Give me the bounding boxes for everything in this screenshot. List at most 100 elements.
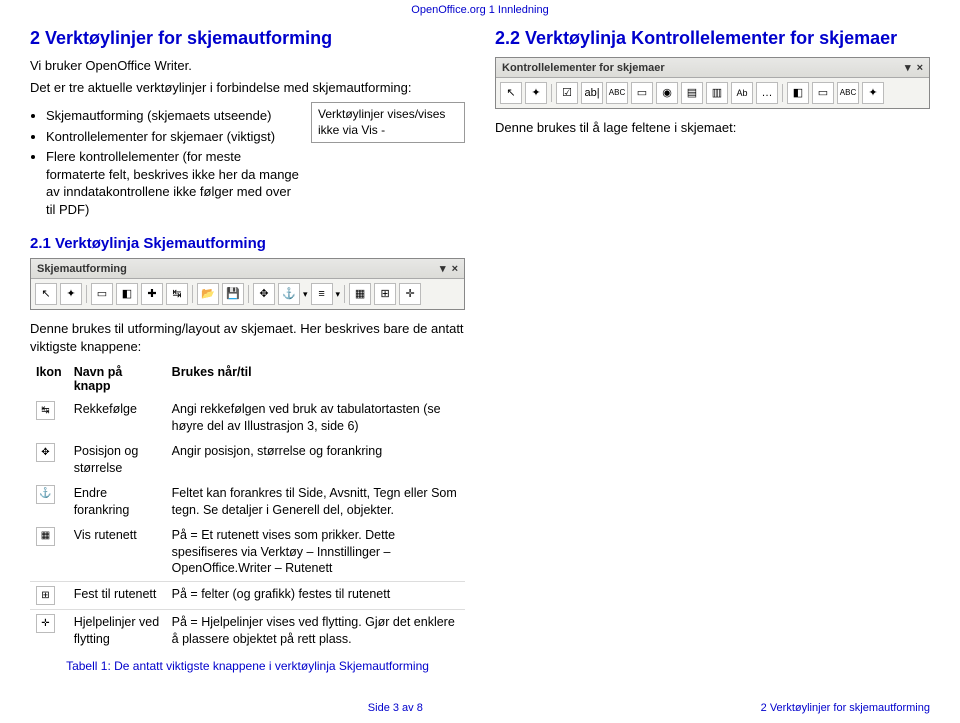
- dropdown-icon[interactable]: ▾: [905, 61, 911, 74]
- toolbar-title-text: Skjemautforming: [37, 263, 127, 275]
- row-icon: ✥: [30, 439, 68, 481]
- addfield-icon[interactable]: ✚: [141, 283, 163, 305]
- radio-icon[interactable]: ◉: [656, 82, 678, 104]
- dropdown-icon[interactable]: ▾: [440, 262, 446, 275]
- intro-text-2: Det er tre aktuelle verktøylinjer i forb…: [30, 79, 465, 97]
- th-use: Brukes når/til: [166, 361, 465, 397]
- row-use: På = felter (og grafikk) festes til rute…: [166, 582, 465, 610]
- control-props-icon[interactable]: ▭: [812, 82, 834, 104]
- row-icon: ⊞: [30, 582, 68, 610]
- button-icon[interactable]: ▭: [631, 82, 653, 104]
- row-icon: ⚓: [30, 481, 68, 523]
- pos-icon[interactable]: ✥: [253, 283, 275, 305]
- row-name: Fest til rutenett: [68, 582, 166, 610]
- abc-icon[interactable]: ABC: [837, 82, 859, 104]
- close-icon[interactable]: ×: [917, 62, 923, 74]
- dropdown-icon[interactable]: ▾: [336, 289, 341, 300]
- bullet-list: Skjemautforming (skjemaets utseende) Kon…: [46, 104, 303, 221]
- form-props-icon[interactable]: ◧: [787, 82, 809, 104]
- align-icon[interactable]: ≡: [311, 283, 333, 305]
- snap-icon[interactable]: ⊞: [374, 283, 396, 305]
- row-name: Rekkefølge: [68, 397, 166, 439]
- separator: [782, 84, 783, 102]
- row-use: På = Hjelpelinjer vises ved flytting. Gj…: [166, 610, 465, 652]
- table-row: ↹ Rekkefølge Angi rekkefølgen ved bruk a…: [30, 397, 465, 439]
- table-row: ✛ Hjelpelinjer ved flytting På = Hjelpel…: [30, 610, 465, 652]
- textfield-icon[interactable]: ab|: [581, 82, 603, 104]
- listbox-icon[interactable]: ▤: [681, 82, 703, 104]
- row-icon: ✛: [30, 610, 68, 652]
- separator: [86, 285, 87, 303]
- table-row: ▦ Vis rutenett På = Et rutenett vises so…: [30, 523, 465, 582]
- grid-icon[interactable]: ▦: [349, 283, 371, 305]
- toolbar1-desc: Denne brukes til utforming/layout av skj…: [30, 320, 465, 355]
- bullet-1: Skjemautforming (skjemaets utseende): [46, 107, 303, 125]
- row-use: Angir posisjon, størrelse og forankring: [166, 439, 465, 481]
- bullet-2: Kontrollelementer for skjemaer (viktigst…: [46, 128, 303, 146]
- page-header: OpenOffice.org 1 Innledning: [30, 0, 930, 24]
- fest-rutenett-icon: ⊞: [36, 586, 55, 605]
- rekkefolge-icon: ↹: [36, 401, 55, 420]
- table-row: ⊞ Fest til rutenett På = felter (og graf…: [30, 582, 465, 610]
- row-icon: ▦: [30, 523, 68, 582]
- toolbar-title-text: Kontrollelementer for skjemaer: [502, 62, 665, 74]
- table-row: ✥ Posisjon og størrelse Angir posisjon, …: [30, 439, 465, 481]
- section-2-heading: 2 Verktøylinjer for skjemautforming: [30, 28, 465, 49]
- close-icon[interactable]: ×: [452, 263, 458, 275]
- page-footer: Side 3 av 8 2 Verktøylinjer for skjemaut…: [30, 702, 930, 714]
- formatted-icon[interactable]: ABC: [606, 82, 628, 104]
- th-icon: Ikon: [30, 361, 68, 397]
- table-header-row: Ikon Navn på knapp Brukes når/til: [30, 361, 465, 397]
- right-desc: Denne brukes til å lage feltene i skjema…: [495, 119, 930, 137]
- row-name: Posisjon og størrelse: [68, 439, 166, 481]
- toolbar-row: ↖ ✦ ▭ ◧ ✚ ↹ 📂 💾 ✥ ⚓ ▾ ≡ ▾: [31, 279, 464, 309]
- section-2-1-heading: 2.1 Verktøylinja Skjemautforming: [30, 235, 465, 252]
- combobox-icon[interactable]: ▥: [706, 82, 728, 104]
- toolbar-row: ↖ ✦ ☑ ab| ABC ▭ ◉ ▤ ▥ Ab … ◧ ▭ ABC ✦: [496, 78, 929, 108]
- open-icon[interactable]: 📂: [197, 283, 219, 305]
- buttons-table: Ikon Navn på knapp Brukes når/til ↹ Rekk…: [30, 361, 465, 652]
- note-box: Verktøylinjer vises/vises ikke via Vis -: [311, 102, 465, 143]
- hjelpelinjer-icon: ✛: [36, 614, 55, 633]
- table-row: ⚓ Endre forankring Feltet kan forankres …: [30, 481, 465, 523]
- save-icon[interactable]: 💾: [222, 283, 244, 305]
- row-icon: ↹: [30, 397, 68, 439]
- row-name: Hjelpelinjer ved flytting: [68, 610, 166, 652]
- rutenett-icon: ▦: [36, 527, 55, 546]
- order-icon[interactable]: ↹: [166, 283, 188, 305]
- nav-icon[interactable]: ◧: [116, 283, 138, 305]
- toolbar-titlebar[interactable]: Skjemautforming ▾ ×: [31, 259, 464, 279]
- wizards-toggle-icon[interactable]: ✦: [862, 82, 884, 104]
- guides-icon[interactable]: ✛: [399, 283, 421, 305]
- wizard-icon[interactable]: ✦: [60, 283, 82, 305]
- intro-text: Vi bruker OpenOffice Writer.: [30, 57, 465, 75]
- section-2-2-heading: 2.2 Verktøylinja Kontrollelementer for s…: [495, 28, 930, 49]
- row-use: Feltet kan forankres til Side, Avsnitt, …: [166, 481, 465, 523]
- form-icon[interactable]: ▭: [91, 283, 113, 305]
- separator: [344, 285, 345, 303]
- row-use: På = Et rutenett vises som prikker. Dett…: [166, 523, 465, 582]
- bullets-with-note: Skjemautforming (skjemaets utseende) Kon…: [30, 100, 465, 225]
- cursor-icon[interactable]: ↖: [500, 82, 522, 104]
- toolbar-titlebar[interactable]: Kontrollelementer for skjemaer ▾ ×: [496, 58, 929, 78]
- separator: [192, 285, 193, 303]
- left-column: 2 Verktøylinjer for skjemautforming Vi b…: [30, 24, 465, 674]
- checkbox-icon[interactable]: ☑: [556, 82, 578, 104]
- bullet-3: Flere kontrollelementer (for meste forma…: [46, 148, 303, 218]
- toolbar-kontrollelementer: Kontrollelementer for skjemaer ▾ × ↖ ✦ ☑…: [495, 57, 930, 109]
- wizard-icon[interactable]: ✦: [525, 82, 547, 104]
- cursor-icon[interactable]: ↖: [35, 283, 57, 305]
- forankring-icon: ⚓: [36, 485, 55, 504]
- more-controls-icon[interactable]: …: [756, 82, 778, 104]
- footer-page-number: Side 3 av 8: [30, 702, 761, 714]
- toolbar-skjemautforming: Skjemautforming ▾ × ↖ ✦ ▭ ◧ ✚ ↹ 📂 💾: [30, 258, 465, 310]
- th-name: Navn på knapp: [68, 361, 166, 397]
- anchor-icon[interactable]: ⚓: [278, 283, 300, 305]
- two-column-layout: 2 Verktøylinjer for skjemautforming Vi b…: [30, 24, 930, 674]
- dropdown-icon[interactable]: ▾: [303, 289, 308, 300]
- label-icon[interactable]: Ab: [731, 82, 753, 104]
- right-column: 2.2 Verktøylinja Kontrollelementer for s…: [495, 24, 930, 674]
- table-caption: Tabell 1: De antatt viktigste knappene i…: [30, 658, 465, 674]
- separator: [551, 84, 552, 102]
- posisjon-icon: ✥: [36, 443, 55, 462]
